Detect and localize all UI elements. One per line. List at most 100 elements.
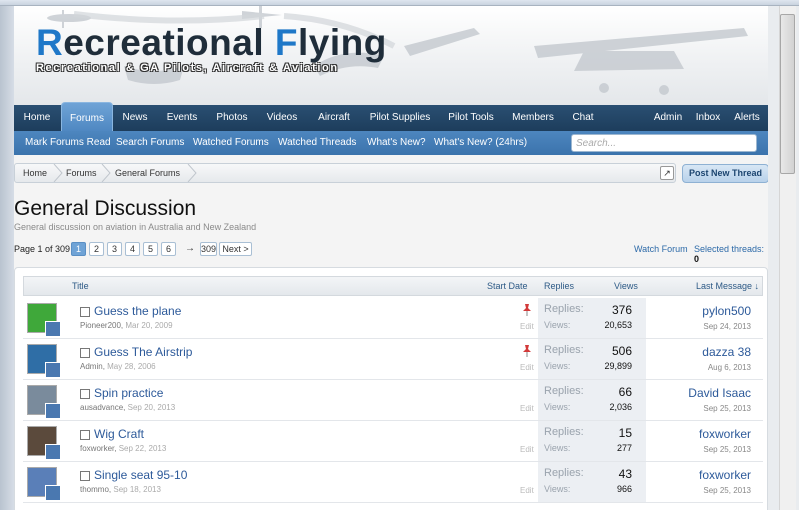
last-message-date[interactable]: Aug 6, 2013 [708,363,751,372]
selected-threads[interactable]: Selected threads: 0 [694,244,768,264]
thread-avatar[interactable] [27,344,61,378]
nav-alerts[interactable]: Alerts [730,105,764,131]
last-message-user[interactable]: foxworker [699,427,751,441]
thread-edit-link[interactable]: Edit [520,445,534,454]
thread-avatar[interactable] [27,426,61,460]
last-message-date[interactable]: Sep 25, 2013 [703,445,751,454]
thread-author[interactable]: thommo [80,485,109,494]
column-replies[interactable]: Replies [544,277,574,295]
thread-edit-link[interactable]: Edit [520,363,534,372]
views-label: Views: [544,402,571,412]
column-title[interactable]: Title [72,277,89,295]
thread-avatar[interactable] [27,385,61,419]
sub-nav: Mark Forums Read Search Forums Watched F… [14,131,768,155]
last-message-user[interactable]: dazza 38 [702,345,751,359]
selected-threads-count: 0 [694,254,700,264]
sticky-pin-icon [523,345,531,357]
thread-row[interactable]: Guess the plane Pioneer200, Mar 20, 2009… [23,298,763,339]
site-logo[interactable]: Recreational Flying [36,22,387,64]
thread-avatar[interactable] [27,467,61,501]
last-poster-avatar[interactable] [45,403,61,419]
last-poster-avatar[interactable] [45,485,61,501]
popout-icon[interactable]: ↗ [660,166,674,180]
subnav-watched-threads[interactable]: Watched Threads [278,131,356,155]
breadcrumb-general-forums[interactable]: General Forums [115,164,180,182]
nav-forums[interactable]: Forums [61,102,113,131]
nav-videos[interactable]: Videos [261,105,303,131]
thread-author[interactable]: Pioneer200 [80,321,121,330]
last-message-date[interactable]: Sep 25, 2013 [703,404,751,413]
thread-title-link[interactable]: Guess The Airstrip [94,345,192,359]
nav-photos[interactable]: Photos [211,105,253,131]
last-poster-avatar[interactable] [45,321,61,337]
post-new-thread-button[interactable]: Post New Thread [682,164,768,183]
thread-title-link[interactable]: Spin practice [94,386,163,400]
thread-title-link[interactable]: Guess the plane [94,304,181,318]
last-message-user[interactable]: foxworker [699,468,751,482]
subnav-search-forums[interactable]: Search Forums [116,131,184,155]
thread-author[interactable]: ausadvance [80,403,123,412]
thread-row[interactable]: Guess The Airstrip Admin, May 28, 2006 E… [23,339,763,380]
page-link-6[interactable]: 6 [161,242,176,256]
subnav-mark-forums-read[interactable]: Mark Forums Read [25,131,111,155]
subnav-watched-forums[interactable]: Watched Forums [193,131,269,155]
watch-forum-link[interactable]: Watch Forum [634,244,688,254]
window-frame-left [0,6,14,510]
thread-select-checkbox[interactable] [80,389,90,399]
scrollbar-thumb[interactable] [780,14,795,174]
search-input[interactable]: Search... [571,134,757,152]
thread-edit-link[interactable]: Edit [520,322,534,331]
thread-author[interactable]: Admin [80,362,103,371]
thread-avatar[interactable] [27,303,61,337]
subnav-whats-new-24hrs[interactable]: What's New? (24hrs) [434,131,527,155]
thread-row[interactable]: Single seat 95-10 thommo, Sep 18, 2013 E… [23,462,763,503]
page-link-1[interactable]: 1 [71,242,86,256]
last-poster-avatar[interactable] [45,444,61,460]
nav-admin[interactable]: Admin [648,105,688,131]
views-count: 277 [616,443,632,453]
page-next-button[interactable]: Next > [219,242,252,256]
views-count: 2,036 [609,402,632,412]
replies-label: Replies: [544,385,584,397]
thread-title-link[interactable]: Single seat 95-10 [94,468,187,482]
thread-row[interactable]: Wig Craft foxworker, Sep 22, 2013 Edit R… [23,421,763,462]
page-link-last[interactable]: 309 [200,242,217,256]
last-message-user[interactable]: David Isaac [688,386,751,400]
page-link-4[interactable]: 4 [125,242,140,256]
column-start-date[interactable]: Start Date [487,277,528,295]
thread-edit-link[interactable]: Edit [520,486,534,495]
column-views[interactable]: Views [614,277,638,295]
nav-chat[interactable]: Chat [567,105,599,131]
last-poster-avatar[interactable] [45,362,61,378]
nav-pilot-tools[interactable]: Pilot Tools [443,105,499,131]
last-message-date[interactable]: Sep 24, 2013 [703,322,751,331]
thread-title-link[interactable]: Wig Craft [94,427,144,441]
nav-inbox[interactable]: Inbox [692,105,724,131]
column-last-message[interactable]: Last Message ↓ [696,277,759,295]
page-link-5[interactable]: 5 [143,242,158,256]
thread-meta: foxworker, Sep 22, 2013 [80,444,167,453]
breadcrumb-forums[interactable]: Forums [66,164,97,182]
page-link-3[interactable]: 3 [107,242,122,256]
replies-label: Replies: [544,467,584,479]
last-message-date[interactable]: Sep 25, 2013 [703,486,751,495]
selected-threads-label: Selected threads: [694,244,765,254]
page-skip-arrow-icon[interactable]: → [185,243,195,254]
thread-select-checkbox[interactable] [80,471,90,481]
thread-row[interactable]: Spin practice ausadvance, Sep 20, 2013 E… [23,380,763,421]
nav-news[interactable]: News [117,105,153,131]
thread-select-checkbox[interactable] [80,307,90,317]
last-message-user[interactable]: pylon500 [702,304,751,318]
nav-members[interactable]: Members [507,105,559,131]
thread-select-checkbox[interactable] [80,348,90,358]
thread-author[interactable]: foxworker [80,444,114,453]
thread-select-checkbox[interactable] [80,430,90,440]
subnav-whats-new[interactable]: What's New? [367,131,426,155]
page-link-2[interactable]: 2 [89,242,104,256]
nav-events[interactable]: Events [161,105,203,131]
breadcrumb-home[interactable]: Home [23,164,47,182]
nav-aircraft[interactable]: Aircraft [311,105,357,131]
thread-edit-link[interactable]: Edit [520,404,534,413]
nav-home[interactable]: Home [18,105,56,131]
nav-pilot-supplies[interactable]: Pilot Supplies [365,105,435,131]
